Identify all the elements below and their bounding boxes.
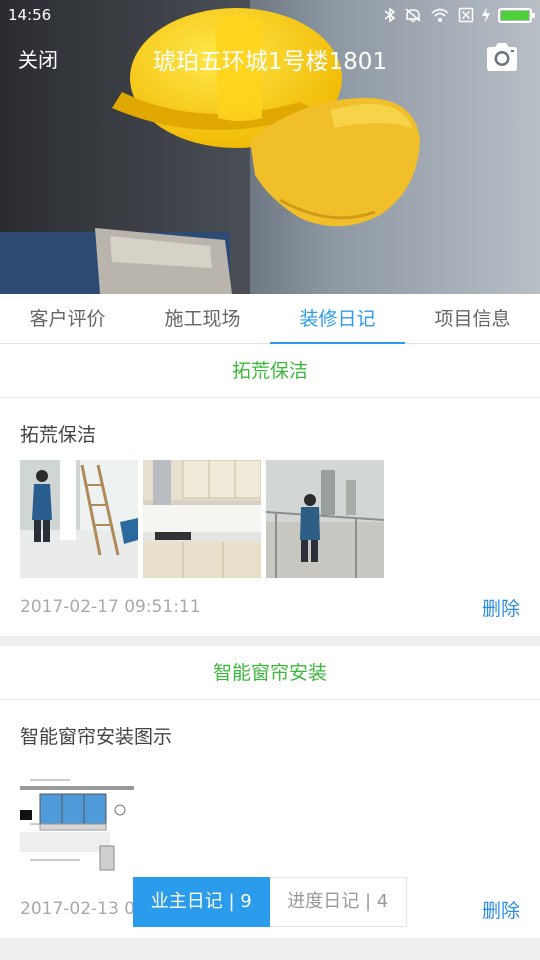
battery-level — [501, 10, 529, 20]
mute-icon — [405, 8, 421, 23]
diary-photo[interactable] — [20, 762, 138, 880]
progress-diary-button[interactable]: 进度日记 | 4 — [270, 878, 407, 926]
close-button[interactable]: 关闭 — [18, 44, 58, 73]
status-bar: 14:56 — [0, 0, 540, 30]
status-time: 14:56 — [8, 6, 52, 24]
bluetooth-icon — [384, 7, 396, 23]
diary-timestamp: 2017-02-13 0 — [20, 899, 136, 919]
diary-photo[interactable] — [143, 460, 261, 578]
camera-icon — [487, 43, 517, 71]
diary-footer: 2017-02-17 09:51:11 删除 — [20, 578, 520, 636]
charging-icon — [482, 7, 490, 23]
delete-button[interactable]: 删除 — [482, 896, 520, 923]
curtain-diagram-photo — [20, 762, 138, 880]
diary-photo[interactable] — [266, 460, 384, 578]
hero-banner: 14:56 关闭 琥珀五环城1号楼1801 — [0, 0, 540, 294]
diary-type-toggle: 业主日记 | 9 进度日记 | 4 — [133, 877, 407, 927]
page-title: 琥珀五环城1号楼1801 — [152, 49, 388, 75]
cleaning-photo-3 — [266, 460, 384, 578]
tab-renovation-diary[interactable]: 装修日记 — [270, 294, 405, 344]
top-bar: 关闭 琥珀五环城1号楼1801 — [0, 30, 540, 88]
tab-project-info[interactable]: 项目信息 — [405, 294, 540, 343]
owner-diary-button[interactable]: 业主日记 | 9 — [133, 877, 270, 927]
wifi-icon — [431, 8, 449, 22]
no-sim-icon — [458, 7, 474, 23]
tab-bar: 客户评价 施工现场 装修日记 项目信息 — [0, 294, 540, 344]
camera-button[interactable] — [484, 42, 520, 76]
cleaning-photo-2 — [143, 460, 261, 578]
diary-title: 拓荒保洁 — [20, 424, 97, 446]
tab-customer-review[interactable]: 客户评价 — [0, 294, 135, 343]
delete-button[interactable]: 删除 — [482, 594, 520, 621]
diary-title: 智能窗帘安装图示 — [20, 726, 173, 748]
diary-timestamp: 2017-02-17 09:51:11 — [20, 597, 201, 617]
photo-row — [20, 762, 520, 880]
tab-construction-site[interactable]: 施工现场 — [135, 294, 270, 343]
photo-row — [20, 460, 520, 578]
card-divider — [0, 636, 540, 646]
card-divider — [0, 938, 540, 946]
diary-photo[interactable] — [20, 460, 138, 578]
battery-icon — [498, 7, 535, 23]
section-header: 智能窗帘安装 — [0, 646, 540, 700]
cleaning-photo-1 — [20, 460, 138, 578]
section-header: 拓荒保洁 — [0, 344, 540, 398]
diary-card: 拓荒保洁 2017-02-17 09:51:11 删除 — [0, 398, 540, 636]
status-icons — [384, 7, 535, 23]
diary-list: 拓荒保洁 拓荒保洁 2017-02-17 09:51:11 删除 智能窗帘安装 … — [0, 344, 540, 946]
